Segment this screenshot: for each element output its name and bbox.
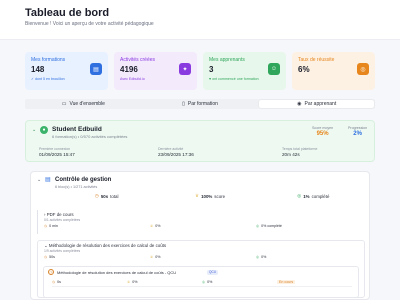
- section-stats: ◷ 50s ♕ 0% ◎ 0%: [44, 254, 362, 260]
- course-title: Contrôle de gestion: [55, 177, 112, 183]
- time-stat: ◷ 50s total: [55, 192, 158, 200]
- tab-label: Par apprenant: [304, 101, 337, 107]
- learner-card[interactable]: ⌄ ● Student Edbuild 6 formation(s) • 0/5…: [25, 120, 375, 162]
- completion-stat: ◎ 1% complété: [262, 192, 365, 200]
- tab-1[interactable]: ▯ Par formation: [143, 100, 258, 108]
- document-icon: ▤: [45, 177, 51, 183]
- stat-icon: ◷: [94, 193, 99, 198]
- chevron-down-icon[interactable]: ⌄: [32, 127, 36, 133]
- clock-icon: ◷: [44, 224, 48, 228]
- stats-row: Mes formations 148 ✓ dont 5 en brouillon ▤ A…: [25, 52, 375, 90]
- section-pdf[interactable]: › PDF de cours 0/1 activités complétées …: [37, 210, 365, 234]
- stat-card[interactable]: Taux de réussite 6% ◎: [292, 52, 375, 90]
- completion-stat: ◎ 0%: [202, 280, 213, 284]
- trophy-icon: ♕: [150, 224, 154, 228]
- trophy-icon: ♕: [127, 280, 131, 284]
- course-card[interactable]: ⌄ ▤ Contrôle de gestion 6 bloc(s) • 1/27…: [30, 171, 370, 300]
- chevron-down-icon[interactable]: ⌄: [44, 243, 48, 248]
- stat-label: complété: [311, 193, 330, 199]
- trophy-icon: ♕: [150, 255, 154, 259]
- score-average: Score moyen 95%: [312, 126, 334, 137]
- page-header: Tableau de bord Bienvenue ! Voici un ape…: [0, 0, 400, 40]
- tab-0[interactable]: ▭ Vue d'ensemble: [26, 100, 141, 108]
- stat-card[interactable]: Mes apprenants 3 ♥ ont commencé une format…: [203, 52, 286, 90]
- target-icon: ◎: [202, 280, 206, 284]
- score-stat: ♕ 0%: [150, 224, 161, 228]
- avatar: ●: [40, 126, 48, 134]
- stat-meta: ♥ ont commencé une formation: [209, 77, 259, 81]
- view-tabs: ▭ Vue d'ensemble ▯ Par formation ◉ Par appren…: [25, 99, 375, 109]
- first-connection: Première connexion 01/09/2025 15:47: [39, 147, 75, 157]
- user-icon: ☺: [268, 63, 280, 75]
- stat-card[interactable]: Activités créées 4196 Avec Edbuild.io ✦: [114, 52, 197, 90]
- status-stat: En cours: [277, 279, 352, 285]
- score-stat: ♕ 0%: [150, 255, 161, 259]
- time-stat: ◷ 0s: [52, 280, 61, 284]
- tab-icon: ▯: [182, 101, 185, 107]
- quiz-activity[interactable]: ◷ Méthodologie de résolution des exercic…: [43, 266, 359, 298]
- divider: [52, 286, 352, 287]
- tab-icon: ◉: [297, 101, 302, 107]
- chevron-down-icon[interactable]: ⌄: [37, 177, 41, 183]
- stat-label: score: [214, 193, 226, 199]
- clock-icon: ◷: [44, 255, 48, 259]
- stat-meta: ✓ dont 5 en brouillon: [31, 77, 65, 81]
- stat-label: total: [110, 193, 119, 199]
- score-stat: ♕ 100% score: [158, 192, 261, 200]
- stat-value: 1%: [303, 193, 310, 199]
- last-activity: Dernière activité 23/09/2025 17:36: [158, 147, 194, 157]
- sparkle-icon: ✦: [179, 63, 191, 75]
- time-stat: ◷ 0 min: [44, 224, 58, 228]
- clock-icon: ◷: [52, 280, 56, 284]
- stat-value: 100%: [201, 193, 213, 199]
- tab-label: Par formation: [187, 101, 218, 107]
- book-icon: ▤: [90, 63, 102, 75]
- section-stats: ◷ 0 min ♕ 0% ◎ 0% complété: [44, 223, 362, 229]
- page-title: Tableau de bord: [25, 7, 110, 19]
- section-summary: 1/9 activités complétées: [44, 249, 81, 253]
- stat-value: 50s: [100, 193, 109, 199]
- target-icon: ◎: [256, 255, 260, 259]
- learner-name: Student Edbuild: [52, 126, 102, 133]
- quiz-type-badge: QCU: [207, 269, 219, 275]
- tab-icon: ▭: [61, 101, 67, 107]
- course-summary: 6 bloc(s) • 1/271 activités: [55, 185, 98, 189]
- course-stats: ◷ 50s total ♕ 100% score ◎ 1% complété: [55, 192, 365, 200]
- page-subtitle: Bienvenue ! Voici un aperçu de votre act…: [25, 21, 154, 27]
- learner-summary: 6 formation(s) • 0/570 activités complét…: [52, 134, 128, 139]
- target-icon: ◎: [256, 224, 260, 228]
- clock-icon: ◷: [48, 269, 54, 275]
- section-title: › PDF de cours: [44, 212, 74, 217]
- tab-2[interactable]: ◉ Par apprenant: [259, 100, 375, 108]
- score-stat: ♕ 0%: [127, 280, 138, 284]
- completion-stat: ◎ 0%: [256, 255, 267, 259]
- tab-label: Vue d'ensemble: [69, 101, 105, 107]
- stat-icon: ◎: [297, 193, 302, 198]
- status-badge: En cours: [277, 280, 296, 284]
- quiz-title: Méthodologie de résolution des exercices…: [57, 270, 177, 275]
- chevron-right-icon[interactable]: ›: [44, 212, 45, 217]
- quiz-stats: ◷ 0s ♕ 0% ◎ 0% En cours: [52, 279, 352, 285]
- stat-icon: ♕: [194, 193, 200, 198]
- completion-stat: ◎ 0% complété: [256, 224, 282, 228]
- stat-meta: Avec Edbuild.io: [120, 77, 145, 81]
- total-time: Temps total plateforme 20m 42s: [282, 147, 318, 157]
- progress-value: Progression 2%: [348, 126, 368, 137]
- stat-card[interactable]: Mes formations 148 ✓ dont 5 en brouillon ▤: [25, 52, 108, 90]
- time-stat: ◷ 50s: [44, 255, 55, 259]
- section-summary: 0/1 activités complétées: [44, 218, 81, 222]
- target-icon: ◎: [357, 63, 369, 75]
